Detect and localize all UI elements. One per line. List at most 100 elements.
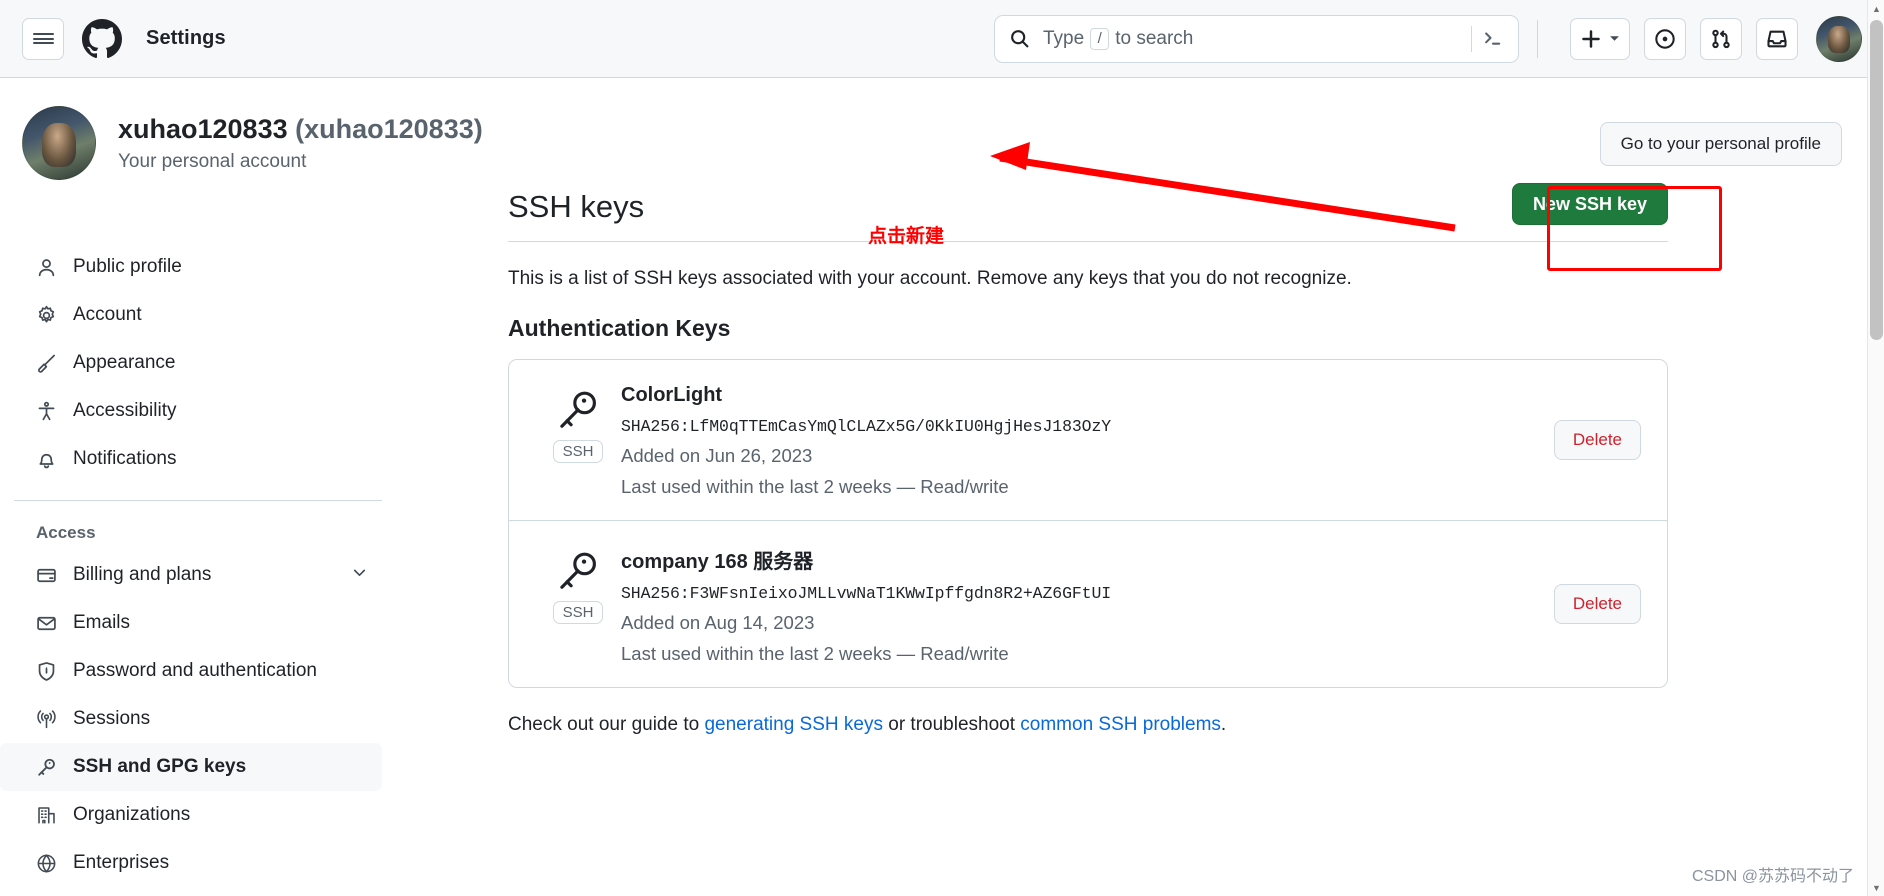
sidebar-item-label: Enterprises xyxy=(73,852,170,873)
organization-icon xyxy=(36,805,57,826)
watermark: CSDN @苏苏码不动了 xyxy=(1691,868,1854,885)
account-username: xuhao120833 xyxy=(118,114,288,145)
sidebar-item-label: Account xyxy=(73,304,142,325)
sidebar-item-account[interactable]: Account xyxy=(0,291,382,339)
delete-ssh-key-button[interactable]: Delete xyxy=(1553,420,1641,460)
sidebar-item-label: Public profile xyxy=(73,256,182,277)
account-avatar xyxy=(22,106,96,180)
ssh-badge: SSH xyxy=(552,440,604,463)
search-placeholder-prefix: Type xyxy=(1043,27,1085,49)
ssh-keys-description: This is a list of SSH keys associated wi… xyxy=(508,268,1352,289)
sidebar-item-label: Billing and plans xyxy=(73,564,212,585)
sidebar-item-sessions[interactable]: Sessions xyxy=(0,695,382,743)
pull-requests-button[interactable] xyxy=(1700,17,1742,60)
sidebar-item-ssh-and-gpg-keys[interactable]: SSH and GPG keys xyxy=(0,743,382,791)
section-heading: SSH keys xyxy=(508,189,645,224)
search-slash-key: / xyxy=(1090,27,1110,50)
sidebar-item-label: Organizations xyxy=(73,804,191,825)
ssh-key-icon-column: SSH xyxy=(535,384,621,498)
search-placeholder: Type / to search xyxy=(1043,27,1194,50)
help-note-end: . xyxy=(1220,714,1227,735)
hamburger-menu-button[interactable] xyxy=(22,17,64,60)
ssh-help-note: Check out our guide to generating SSH ke… xyxy=(508,688,1688,736)
create-new-button[interactable] xyxy=(1570,17,1630,60)
issues-button[interactable] xyxy=(1644,17,1686,60)
key-icon xyxy=(560,552,596,589)
git-pull-request-icon xyxy=(1712,29,1730,48)
sidebar-item-notifications[interactable]: Notifications xyxy=(0,435,382,483)
ssh-key-details: company 168 服务器 SHA256:F3WFsnIeixoJMLLvw… xyxy=(621,545,1641,665)
shield-lock-icon xyxy=(36,661,57,682)
scroll-down-arrow[interactable]: ▼ xyxy=(1868,879,1884,896)
sidebar-item-label: Sessions xyxy=(73,708,151,729)
delete-ssh-key-button[interactable]: Delete xyxy=(1553,584,1641,624)
plus-icon xyxy=(1582,29,1600,48)
app-header: Settings Type / to search xyxy=(0,0,1884,78)
sidebar-item-billing-and-plans[interactable]: Billing and plans xyxy=(0,551,382,599)
issue-opened-icon xyxy=(1655,28,1675,49)
account-subtitle: Your personal account xyxy=(118,150,307,172)
ssh-key-name: company 168 服务器 xyxy=(621,551,814,573)
accessibility-icon xyxy=(36,401,57,422)
ssh-keys-header: SSH keys New SSH key xyxy=(508,78,1668,242)
scrollbar-thumb[interactable] xyxy=(1870,20,1883,340)
sidebar-item-password-and-authentication[interactable]: Password and authentication xyxy=(0,647,382,695)
gear-icon xyxy=(36,305,57,326)
search-icon xyxy=(1011,30,1029,48)
header-divider xyxy=(1537,19,1538,58)
ssh-key-fingerprint: SHA256:F3WFsnIeixoJMLLvwNaT1KWwIpffgdn8R… xyxy=(621,584,1112,603)
search-right-adornment xyxy=(1471,25,1504,52)
ssh-key-row: SSH ColorLight SHA256:LfM0qTTEmCasYmQlCL… xyxy=(509,360,1667,520)
help-note-lead: Check out our guide to xyxy=(508,714,705,735)
notifications-inbox-button[interactable] xyxy=(1756,17,1798,60)
chevron-down-icon xyxy=(1610,36,1619,41)
page-title: Settings xyxy=(146,27,226,49)
common-ssh-problems-link[interactable]: common SSH problems xyxy=(1020,714,1221,735)
hamburger-line xyxy=(32,37,54,40)
sidebar-item-enterprises[interactable]: Enterprises xyxy=(0,839,382,887)
github-logo-icon[interactable] xyxy=(82,18,122,59)
ssh-key-name: ColorLight xyxy=(621,384,723,406)
mail-icon xyxy=(36,613,57,634)
scroll-up-arrow[interactable]: ▲ xyxy=(1868,0,1884,17)
page-body: xuhao120833 (xuhao120833) Your personal … xyxy=(0,78,1884,896)
inbox-icon xyxy=(1767,30,1787,47)
ssh-badge: SSH xyxy=(552,601,604,624)
ssh-key-details: ColorLight SHA256:LfM0qTTEmCasYmQlCLAZx5… xyxy=(621,384,1641,498)
settings-sidebar: Public profile Account Appearance Access… xyxy=(0,243,440,887)
main-content: SSH keys New SSH key This is a list of S… xyxy=(508,78,1688,736)
search-placeholder-suffix: to search xyxy=(1115,27,1194,49)
bell-icon xyxy=(36,449,57,470)
search-divider xyxy=(1471,25,1472,52)
chevron-down-icon[interactable] xyxy=(351,564,368,587)
new-ssh-key-button[interactable]: New SSH key xyxy=(1511,183,1668,225)
page-scrollbar[interactable]: ▲ ▼ xyxy=(1867,0,1884,896)
sidebar-item-label: SSH and GPG keys xyxy=(73,756,247,777)
globe-icon xyxy=(36,853,57,874)
sidebar-item-label: Accessibility xyxy=(73,400,177,421)
sidebar-item-accessibility[interactable]: Accessibility xyxy=(0,387,382,435)
sidebar-item-appearance[interactable]: Appearance xyxy=(0,339,382,387)
sidebar-item-organizations[interactable]: Organizations xyxy=(0,791,382,839)
account-handle: (xuhao120833) xyxy=(295,114,483,145)
key-icon xyxy=(36,757,57,778)
generating-ssh-keys-link[interactable]: generating SSH keys xyxy=(704,714,883,735)
sidebar-item-label: Password and authentication xyxy=(73,660,317,681)
user-avatar[interactable] xyxy=(1816,15,1862,62)
search-input[interactable]: Type / to search xyxy=(994,14,1519,63)
credit-card-icon xyxy=(36,565,57,586)
sidebar-item-emails[interactable]: Emails xyxy=(0,599,382,647)
ssh-key-last-used: Last used within the last 2 weeks — Read… xyxy=(621,643,1009,664)
ssh-key-fingerprint: SHA256:LfM0qTTEmCasYmQlCLAZx5G/0KkIU0Hgj… xyxy=(621,417,1112,436)
help-note-middle: or troubleshoot xyxy=(882,714,1021,735)
sidebar-group-title-access: Access xyxy=(36,523,96,542)
hamburger-line xyxy=(32,33,54,35)
key-icon xyxy=(560,391,596,428)
ssh-key-icon-column: SSH xyxy=(535,545,621,665)
sidebar-item-public-profile[interactable]: Public profile xyxy=(0,243,382,291)
account-name-line: xuhao120833 (xuhao120833) xyxy=(118,113,483,147)
sidebar-item-label: Appearance xyxy=(73,352,176,373)
terminal-icon[interactable] xyxy=(1482,28,1504,50)
ssh-key-last-used: Last used within the last 2 weeks — Read… xyxy=(621,476,1009,497)
ssh-key-row: SSH company 168 服务器 SHA256:F3WFsnIeixoJM… xyxy=(509,520,1667,687)
